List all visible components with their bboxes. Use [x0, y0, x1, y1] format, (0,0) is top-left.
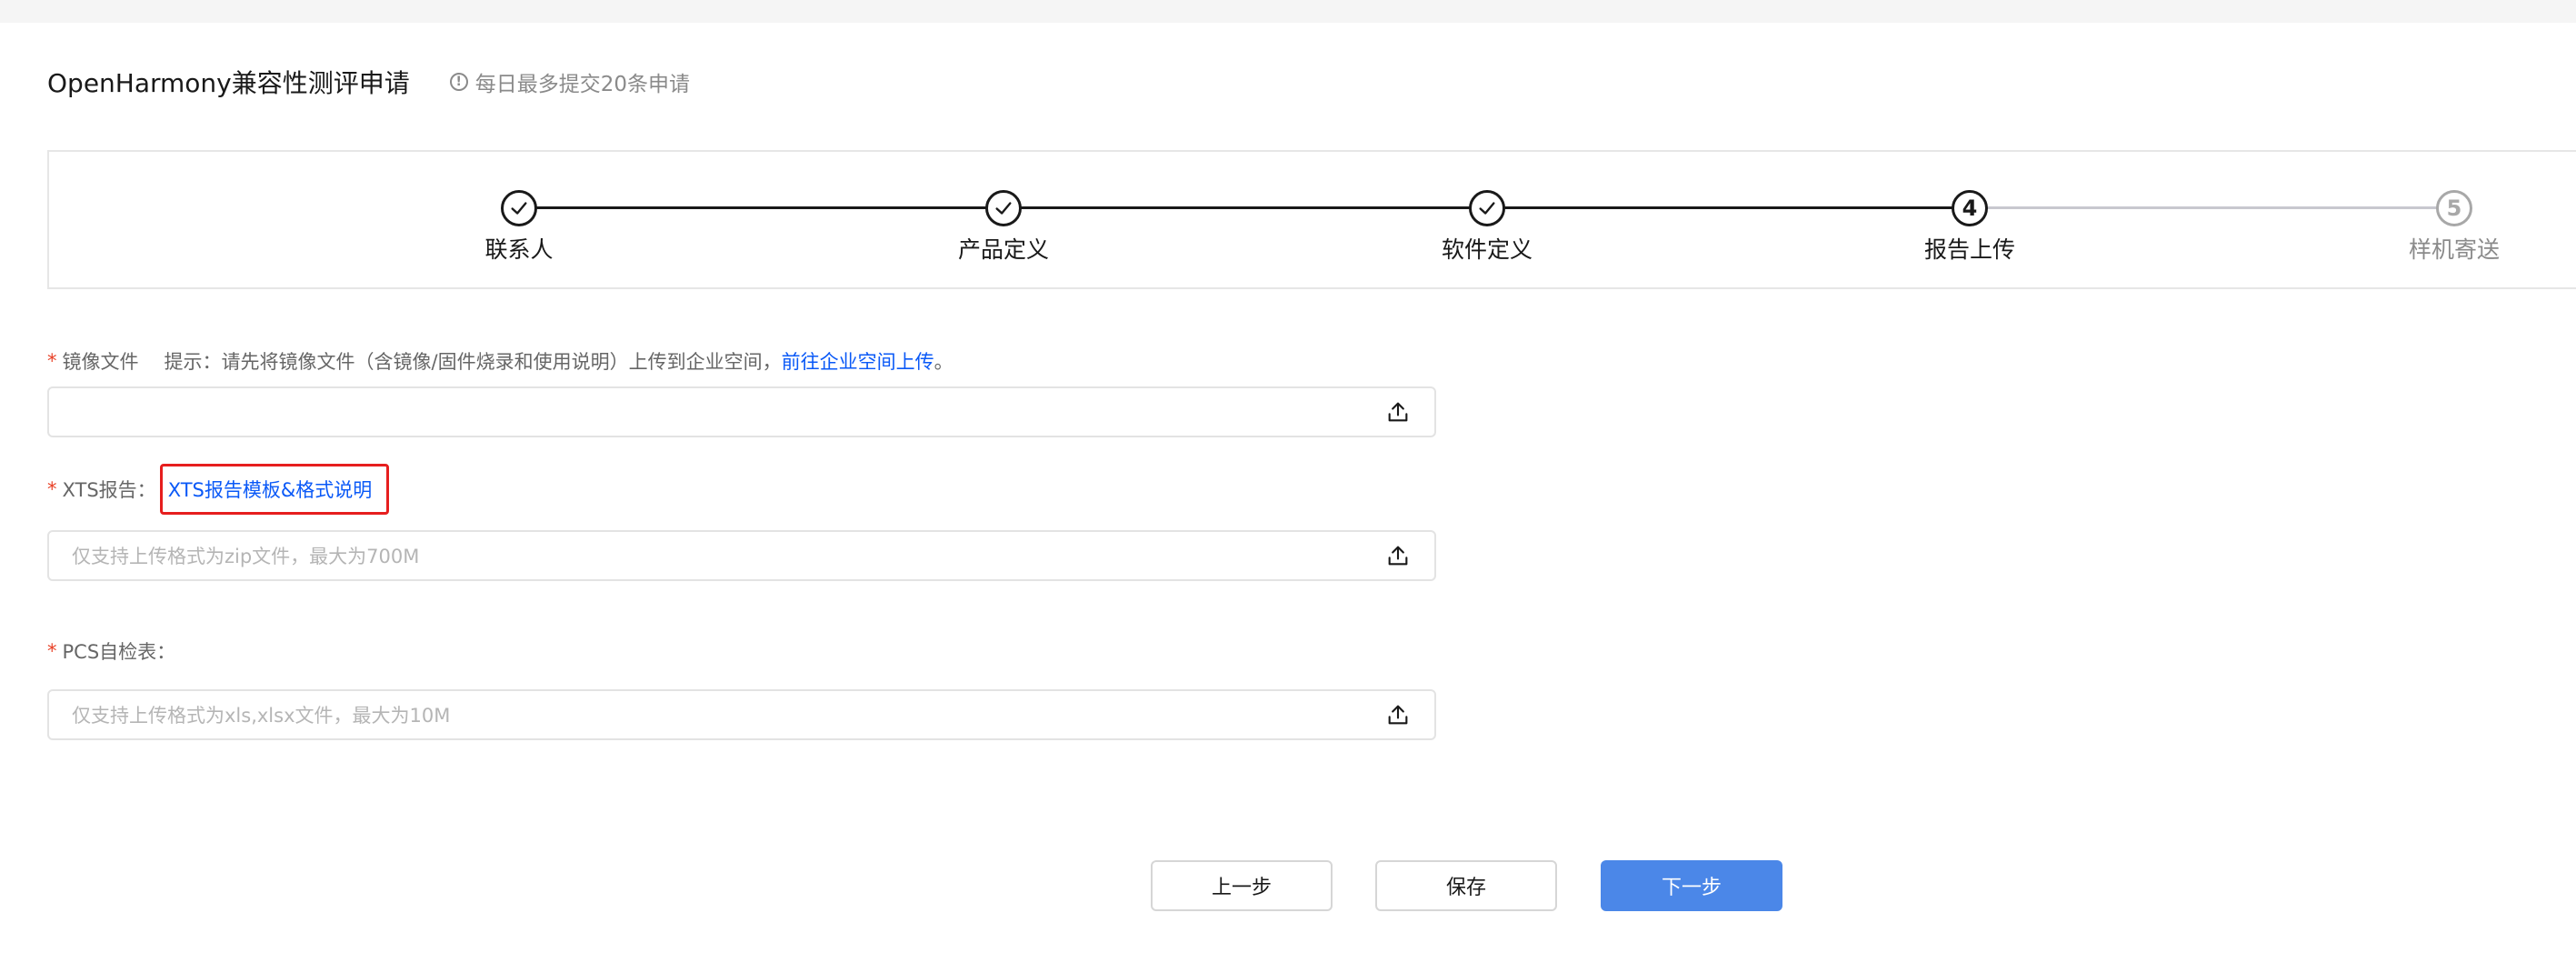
image-file-label: * 镜像文件 提示：请先将镜像文件（含镜像/固件烧录和使用说明）上传到企业空间，… — [47, 347, 954, 375]
pcs-form-label: * PCS自检表： — [47, 637, 175, 665]
previous-step-button[interactable]: 上一步 — [1151, 860, 1333, 911]
pcs-form-label-text: PCS自检表： — [62, 641, 176, 663]
save-button[interactable]: 保存 — [1375, 860, 1557, 911]
check-icon — [985, 190, 1022, 226]
xts-report-placeholder: 仅支持上传格式为zip文件，最大为700M — [72, 546, 420, 567]
image-file-upload[interactable] — [47, 386, 1436, 437]
image-file-label-text: 镜像文件 — [62, 351, 139, 373]
xts-report-label: * XTS报告： XTS报告模板&格式说明 — [47, 464, 390, 515]
next-step-button[interactable]: 下一步 — [1601, 860, 1782, 911]
image-file-hint: 提示：请先将镜像文件（含镜像/固件烧录和使用说明）上传到企业空间， — [164, 351, 782, 373]
step-contact: 联系人 — [428, 190, 610, 265]
step-label: 产品定义 — [957, 236, 1049, 263]
required-mark: * — [47, 478, 57, 500]
check-icon — [501, 190, 537, 226]
step-number: 5 — [2436, 190, 2472, 226]
step-sample-shipping: 5 样机寄送 — [2363, 190, 2545, 265]
step-software-definition: 软件定义 — [1396, 190, 1578, 265]
pcs-form-placeholder: 仅支持上传格式为xls,xlsx文件，最大为10M — [72, 705, 451, 727]
step-label: 报告上传 — [1923, 236, 2015, 263]
xts-report-upload[interactable]: 仅支持上传格式为zip文件，最大为700M — [47, 530, 1436, 581]
daily-limit-text: 每日最多提交20条申请 — [474, 73, 691, 96]
page-header: OpenHarmony兼容性测评申请 ! 每日最多提交20条申请 — [47, 64, 690, 100]
upload-icon[interactable] — [1385, 543, 1411, 568]
steps-panel — [47, 150, 2576, 289]
check-icon — [1469, 190, 1505, 226]
step-label: 样机寄送 — [2408, 236, 2500, 263]
xts-template-link[interactable]: XTS报告模板&格式说明 — [168, 479, 373, 501]
step-number: 4 — [1952, 190, 1988, 226]
step-label: 联系人 — [484, 236, 554, 263]
steps-progress-line-done — [519, 206, 1970, 209]
hint-suffix: 。 — [934, 351, 954, 373]
step-product-definition: 产品定义 — [913, 190, 1094, 265]
top-bar — [0, 0, 2576, 23]
highlight-box: XTS报告模板&格式说明 — [159, 464, 390, 515]
xts-report-label-text: XTS报告： — [62, 479, 156, 501]
step-label: 软件定义 — [1441, 236, 1533, 263]
pcs-form-upload[interactable]: 仅支持上传格式为xls,xlsx文件，最大为10M — [47, 689, 1436, 740]
step-report-upload: 4 报告上传 — [1879, 190, 2061, 265]
page-title: OpenHarmony兼容性测评申请 — [47, 68, 410, 98]
required-mark: * — [47, 640, 57, 662]
upload-icon[interactable] — [1385, 702, 1411, 727]
info-icon: ! — [449, 73, 468, 91]
daily-limit-tip: ! 每日最多提交20条申请 — [449, 66, 691, 97]
required-mark: * — [47, 350, 57, 372]
enterprise-space-upload-link[interactable]: 前往企业空间上传 — [782, 347, 934, 375]
upload-icon[interactable] — [1385, 399, 1411, 425]
